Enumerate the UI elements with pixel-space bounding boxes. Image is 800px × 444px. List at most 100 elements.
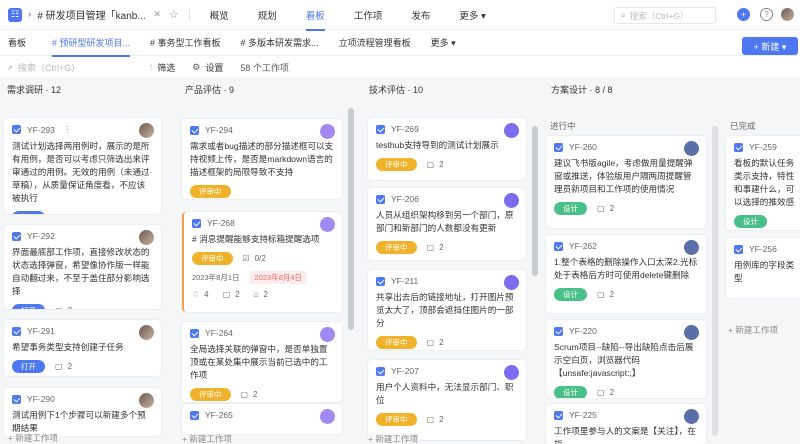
status-badge[interactable]: 打开 <box>12 360 45 373</box>
card-yf-269[interactable]: YF-269 testhub支持导到的测试计划展示 评审中 ▢ 2 <box>368 118 526 180</box>
nav-overview[interactable]: 概览 <box>210 0 229 30</box>
filter-button[interactable]: ⫶ 筛选 <box>150 61 175 74</box>
scrollbar[interactable] <box>348 108 354 330</box>
nav-work-items[interactable]: 工作项 <box>354 0 383 30</box>
status-badge[interactable]: 评审中 <box>376 413 417 426</box>
add-work-item[interactable]: + 新建工作项 <box>182 433 232 444</box>
card-yf-260[interactable]: YF-260 建议飞书版agile，考虑做用量提醒弹窗或推送，体验版用户隔两周提… <box>546 136 706 228</box>
card-yf-264[interactable]: YF-264 全局选择关联的弹窗中，是否单独置顶或在某处集中展示当前已选中的工作… <box>182 322 342 402</box>
global-search-input[interactable]: ⌕ 搜索（Ctrl+G） <box>614 7 716 24</box>
card-id: YF-256 <box>749 244 777 254</box>
help-icon[interactable]: ? <box>760 8 773 21</box>
status-badge[interactable]: 评审中 <box>376 158 417 171</box>
column-header[interactable]: 产品评估 · 9 <box>178 78 360 100</box>
card-yf-220[interactable]: YF-220 Scrum项目--缺陷--导出缺陷点击后展示空白页，浏览器代码【u… <box>546 320 706 398</box>
comment-icon: ▢ <box>55 362 63 371</box>
avatar[interactable] <box>504 193 519 208</box>
chevron-right-icon[interactable]: › <box>28 9 31 20</box>
status-badge[interactable]: 设计 <box>554 288 587 301</box>
card-yf-211[interactable]: YF-211 共享出去后的链接地址，打开图片预览太大了，顶部会遮挡住图片的一部分… <box>368 270 526 350</box>
card-yf-292[interactable]: YF-292 界面最底部工作项，直接修改状态的状态选择弹窗，希望像协作版一样能自… <box>4 225 161 309</box>
due-date[interactable]: 2023年8月4日 <box>249 271 308 284</box>
status-badge[interactable]: 评审中 <box>376 336 417 349</box>
avatar[interactable] <box>684 409 699 424</box>
task-icon <box>554 410 563 420</box>
card-yf-256[interactable]: YF-256 用例库的字段类型 <box>726 238 800 298</box>
avatar[interactable] <box>139 325 154 340</box>
avatar[interactable] <box>320 409 335 424</box>
close-icon[interactable]: ✕ <box>153 9 161 20</box>
toolbar: ⌕ 搜索（Ctrl+G） ⫶ 筛选 ⚙ 设置 58 个工作项 <box>0 56 800 78</box>
card-yf-207[interactable]: YF-207 用户个人资料中，无法显示部门、职位 评审中 ▢ 2 <box>368 360 526 440</box>
card-yf-225[interactable]: YF-225 工作项里参与人的文案是【关注】，在指 <box>546 404 706 444</box>
comment-count: 2 <box>68 306 72 309</box>
avatar[interactable] <box>320 124 335 139</box>
nav-release[interactable]: 发布 <box>411 0 430 30</box>
add-icon[interactable]: + <box>737 8 750 21</box>
more-icon[interactable]: ⋮ <box>63 124 72 135</box>
nav-board[interactable]: 看板 <box>305 0 325 31</box>
card-text: # 消息提醒能够支持标箱提醒选项 <box>192 234 320 244</box>
star-icon[interactable]: ☆ <box>169 8 179 21</box>
add-work-item[interactable]: + 新建工作项 <box>368 433 418 444</box>
status-badge[interactable]: 评审中 <box>190 388 231 401</box>
add-work-item[interactable]: + 新建工作项 <box>728 324 778 336</box>
add-work-item[interactable]: + 新建工作项 <box>8 432 58 444</box>
card-id: YF-262 <box>569 241 597 251</box>
avatar[interactable] <box>139 230 154 245</box>
task-icon <box>376 366 385 376</box>
card-yf-265[interactable]: YF-265 <box>182 404 342 434</box>
scrollbar[interactable] <box>712 126 718 436</box>
card-yf-206[interactable]: YF-206 人员从组织架构移到另一个部门，原部门和新部门的人数都没有更新 评审… <box>368 188 526 260</box>
scrollbar[interactable] <box>532 126 538 276</box>
column-header[interactable]: 方案设计 · 8 / 8 <box>544 78 800 100</box>
avatar[interactable] <box>684 240 699 255</box>
nav-more[interactable]: 更多 ▾ <box>459 0 485 30</box>
avatar[interactable] <box>139 393 154 408</box>
status-badge[interactable]: 设计 <box>554 202 587 215</box>
user-avatar[interactable] <box>781 8 794 21</box>
kanban-board: 需求调研 · 12 YF-293 ⋮ 测试计划选择两用例时，展示的是所有用例，是否… <box>0 78 800 444</box>
status-badge[interactable]: 打开 <box>12 211 45 214</box>
nav-plan[interactable]: 规划 <box>258 0 277 30</box>
task-icon <box>376 276 385 286</box>
card-yf-294[interactable]: YF-294 需求或者bug描述的部分描述框可以支持视频上传，是否是markdo… <box>182 119 342 199</box>
status-badge[interactable]: 评审中 <box>192 252 233 265</box>
avatar[interactable] <box>139 123 154 138</box>
column-header[interactable]: 需求调研 · 12 <box>0 78 168 100</box>
board-search-input[interactable]: ⌕ 搜索（Ctrl+G） <box>8 61 150 74</box>
tab-board-4[interactable]: 立项流程管理看板 <box>339 29 411 56</box>
card-id: YF-294 <box>205 125 233 135</box>
card-id: YF-268 <box>207 218 235 228</box>
tab-board-2[interactable]: # 事务型工作看板 <box>150 29 221 56</box>
tab-board-3[interactable]: # 多版本研发需求... <box>241 29 319 56</box>
tab-more[interactable]: 更多 ▾ <box>431 29 456 56</box>
status-badge[interactable]: 设计 <box>734 215 767 228</box>
project-title[interactable]: # 研发项目管理「kanb... <box>37 7 149 22</box>
card-yf-290[interactable]: YF-290 测试用例下1个步骤可以新建多个预期结果 <box>4 388 161 436</box>
card-yf-262[interactable]: YF-262 1.整个表格的删除操作入口太深2.光标处于表格后方时可使用dele… <box>546 235 706 313</box>
avatar[interactable] <box>504 365 519 380</box>
app-icon[interactable]: ☷ <box>8 7 22 22</box>
avatar[interactable] <box>684 141 699 156</box>
avatar[interactable] <box>684 325 699 340</box>
column-header[interactable]: 技术评估 · 10 <box>362 78 542 100</box>
avatar[interactable] <box>504 275 519 290</box>
card-yf-291[interactable]: YF-291 希望事务类型支持创建子任务 打开 ▢ 2 <box>4 320 161 376</box>
status-badge[interactable]: 评审中 <box>376 241 417 254</box>
start-date[interactable]: 2023年8月1日 <box>192 272 240 283</box>
avatar[interactable] <box>504 123 519 138</box>
status-badge[interactable]: 评审中 <box>190 185 231 198</box>
avatar[interactable] <box>320 327 335 342</box>
settings-button[interactable]: ⚙ 设置 <box>192 61 223 74</box>
card-yf-293[interactable]: YF-293 ⋮ 测试计划选择两用例时，展示的是所有用例，是否可以考虑只筛选出来评… <box>4 118 161 214</box>
avatar[interactable] <box>320 217 335 232</box>
status-badge[interactable]: 打开 <box>12 304 45 309</box>
card-text: testhub支持导到的测试计划展示 <box>376 140 499 150</box>
card-yf-259[interactable]: YF-259 看板的默认任务类示支持，特性和事建什么，可以选择的推效感 设计 <box>726 136 800 230</box>
new-button[interactable]: + 新建 ▾ <box>742 37 798 55</box>
status-badge[interactable]: 设计 <box>554 386 587 398</box>
filter-label: 筛选 <box>157 62 176 73</box>
card-yf-268[interactable]: YF-268 # 消息提醒能够支持标箱提醒选项 评审中 ☑ 0/2 2023年8月1… <box>182 212 342 312</box>
tab-board-1[interactable]: # 预研型研发项目... <box>52 29 131 57</box>
